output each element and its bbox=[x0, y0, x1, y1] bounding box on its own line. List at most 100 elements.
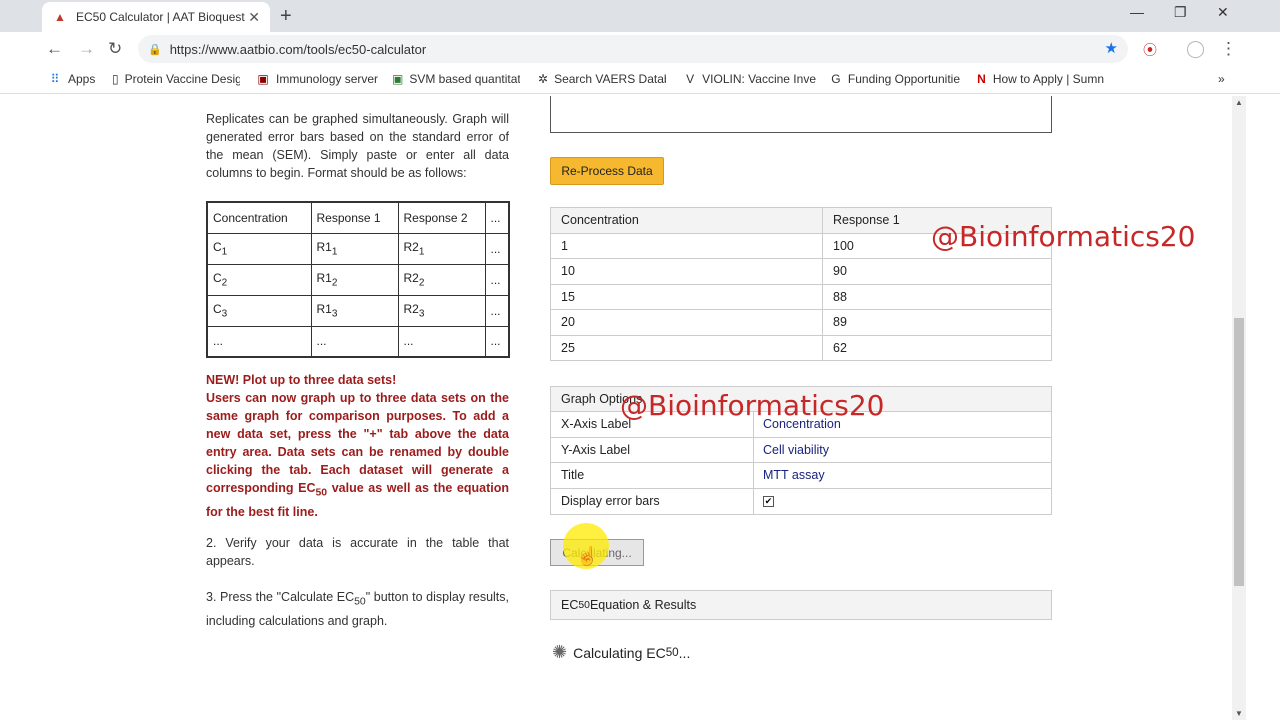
tab-title: EC50 Calculator | AAT Bioquest bbox=[76, 10, 245, 24]
table-row: C3 R13 R23 ... bbox=[206, 294, 510, 327]
hand-cursor-icon: ☝ bbox=[576, 546, 599, 566]
table-header: Response 1 bbox=[310, 201, 399, 234]
table-cell: C2 bbox=[206, 263, 312, 296]
table-cell: R21 bbox=[397, 232, 486, 265]
table-cell: R23 bbox=[397, 294, 486, 327]
table-cell: 88 bbox=[822, 283, 1052, 310]
table-cell: ... bbox=[310, 325, 399, 358]
bookmark-star-icon[interactable]: ★ bbox=[1105, 39, 1118, 57]
bookmark-how-to-apply[interactable]: N How to Apply | Sumn bbox=[976, 72, 1104, 86]
new-tab-button[interactable]: + bbox=[280, 5, 292, 28]
nebraska-icon: N bbox=[977, 72, 986, 86]
browser-toolbar: ← → ↻ 🔒 https://www.aatbio.com/tools/ec5… bbox=[0, 32, 1280, 66]
intro-text: Replicates can be graphed simultaneously… bbox=[206, 112, 509, 180]
table-cell: 20 bbox=[550, 309, 823, 336]
bookmarks-bar: ⠿ Apps ▯ Protein Vaccine Desig ▣ Immunology… bbox=[0, 66, 1280, 94]
page-scrollbar[interactable]: ▲ ▼ bbox=[1232, 96, 1246, 720]
table-row: C2 R12 R22 ... bbox=[206, 263, 510, 296]
table-cell: ... bbox=[484, 232, 510, 265]
table-header: Concentration bbox=[206, 201, 312, 234]
bookmark-protein-vaccine[interactable]: ▯ Protein Vaccine Desig bbox=[112, 72, 240, 86]
table-row: 25 62 bbox=[550, 334, 1052, 361]
table-row: C1 R11 R21 ... bbox=[206, 232, 510, 265]
table-cell: ... bbox=[484, 263, 510, 296]
table-cell: C1 bbox=[206, 232, 312, 265]
data-entry-textarea[interactable] bbox=[550, 96, 1052, 133]
table-header: ... bbox=[484, 201, 510, 234]
page-icon: ▯ bbox=[112, 72, 119, 86]
vaers-icon: ✲ bbox=[538, 72, 549, 86]
new-feature-heading: NEW! Plot up to three data sets! bbox=[206, 373, 397, 387]
reload-icon[interactable]: ↻ bbox=[108, 39, 122, 59]
table-header: Concentration bbox=[550, 207, 823, 234]
extension-icon[interactable]: ⦿ bbox=[1143, 40, 1157, 60]
menu-kebab-icon[interactable]: ⋮ bbox=[1220, 39, 1237, 59]
browser-tab-strip: ▲ EC50 Calculator | AAT Bioquest ✕ + — ❐… bbox=[0, 0, 1280, 32]
table-cell: R12 bbox=[310, 263, 399, 296]
table-cell: ... bbox=[484, 294, 510, 327]
new-feature-body: Users can now graph up to three data set… bbox=[206, 391, 510, 519]
table-cell: 1 bbox=[550, 232, 823, 259]
table-header: Response 2 bbox=[397, 201, 486, 234]
table-row: 15 88 bbox=[550, 283, 1052, 310]
error-bars-label: Display error bars bbox=[551, 488, 754, 514]
restore-icon[interactable]: ❐ bbox=[1174, 4, 1187, 21]
address-bar[interactable]: 🔒 https://www.aatbio.com/tools/ec50-calc… bbox=[138, 35, 1128, 63]
table-cell: ... bbox=[484, 325, 510, 358]
tab-close-icon[interactable]: ✕ bbox=[248, 9, 260, 26]
table-cell: 10 bbox=[550, 258, 823, 285]
url-text: https://www.aatbio.com/tools/ec50-calcul… bbox=[169, 41, 427, 57]
title-row: Title MTT assay bbox=[551, 463, 1051, 489]
new-feature-note: NEW! Plot up to three data sets! Users c… bbox=[206, 371, 509, 521]
loading-indicator: ✺ Calculating EC 50 ... bbox=[552, 642, 691, 662]
table-row: ... ... ... ... bbox=[206, 325, 510, 358]
bookmark-violin[interactable]: V VIOLIN: Vaccine Inve bbox=[684, 72, 816, 86]
error-bars-checkbox[interactable]: ✔ bbox=[763, 495, 774, 507]
lock-icon: 🔒 bbox=[148, 43, 162, 56]
minimize-icon[interactable]: — bbox=[1130, 4, 1144, 20]
bookmark-immunology-server[interactable]: ▣ Immunology server bbox=[256, 72, 380, 86]
table-row: 20 89 bbox=[550, 309, 1052, 336]
table-cell: ... bbox=[206, 325, 312, 358]
profile-icon[interactable]: ◯ bbox=[1186, 39, 1205, 59]
title-input[interactable]: MTT assay bbox=[754, 463, 1051, 488]
table-cell: 25 bbox=[550, 334, 823, 361]
title-label: Title bbox=[551, 463, 754, 488]
table-row: 10 90 bbox=[550, 258, 1052, 285]
forward-icon[interactable]: → bbox=[78, 39, 95, 59]
error-bars-row: Display error bars ✔ bbox=[551, 488, 1051, 514]
format-example-table: Concentration Response 1 Response 2 ... … bbox=[206, 201, 510, 358]
bookmark-apps[interactable]: ⠿ Apps bbox=[48, 72, 96, 86]
scroll-down-icon[interactable]: ▼ bbox=[1235, 709, 1243, 718]
watermark: @Bioinformatics20 bbox=[931, 220, 1196, 253]
bookmark-vaers[interactable]: ✲ Search VAERS Databa bbox=[538, 72, 666, 86]
table-cell: ... bbox=[397, 325, 486, 358]
table-cell: 62 bbox=[822, 334, 1052, 361]
page-content: Replicates can be graphed simultaneously… bbox=[34, 96, 1232, 720]
aat-favicon-icon: ▲ bbox=[54, 10, 66, 24]
reprocess-data-button[interactable]: Re-Process Data bbox=[550, 157, 664, 185]
window-close-icon[interactable]: ✕ bbox=[1217, 4, 1229, 21]
step-3-text: 3. Press the "Calculate EC50" button to … bbox=[206, 590, 509, 628]
table-cell: R22 bbox=[397, 263, 486, 296]
step-2-text: 2. Verify your data is accurate in the t… bbox=[206, 536, 509, 568]
site-icon: ▣ bbox=[392, 72, 404, 86]
browser-tab[interactable]: ▲ EC50 Calculator | AAT Bioquest ✕ bbox=[42, 2, 270, 32]
more-bookmarks-icon[interactable]: » bbox=[1218, 72, 1225, 86]
scrollbar-thumb[interactable] bbox=[1234, 318, 1244, 586]
bookmark-funding[interactable]: G Funding Opportunitie bbox=[830, 72, 960, 86]
table-cell: R13 bbox=[310, 294, 399, 327]
scroll-up-icon[interactable]: ▲ bbox=[1235, 98, 1243, 107]
watermark: @Bioinformatics20 bbox=[620, 389, 885, 422]
site-icon: ▣ bbox=[257, 72, 269, 86]
back-icon[interactable]: ← bbox=[46, 39, 63, 59]
table-cell: R11 bbox=[310, 232, 399, 265]
spinner-icon: ✺ bbox=[552, 642, 568, 662]
bookmark-svm[interactable]: ▣ SVM based quantitat bbox=[392, 72, 520, 86]
table-cell: C3 bbox=[206, 294, 312, 327]
table-cell: 15 bbox=[550, 283, 823, 310]
apps-grid-icon: ⠿ bbox=[50, 72, 60, 86]
y-axis-input[interactable]: Cell viability bbox=[754, 438, 1051, 463]
table-cell: 90 bbox=[822, 258, 1052, 285]
table-row: Concentration Response 1 Response 2 ... bbox=[206, 201, 510, 234]
